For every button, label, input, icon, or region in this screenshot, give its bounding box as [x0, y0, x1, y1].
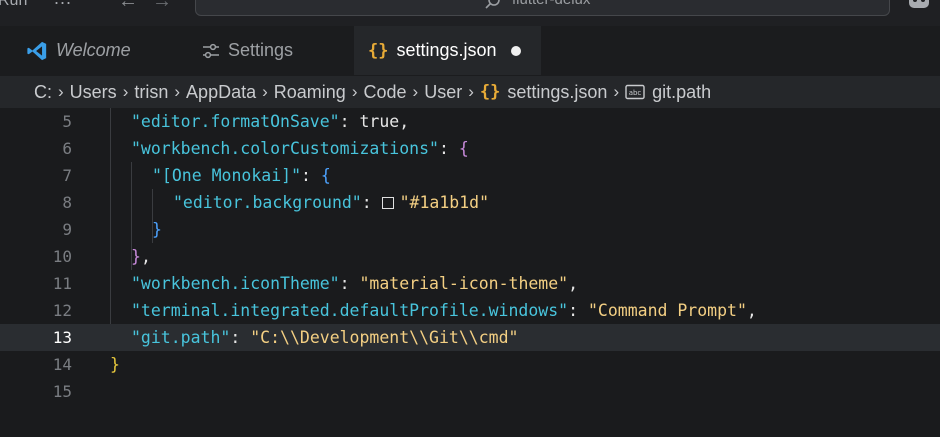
vscode-logo-icon [26, 40, 48, 62]
json-braces-icon: {} [479, 82, 501, 102]
tab-label: Welcome [56, 40, 131, 60]
code-line[interactable]: 11 "workbench.iconTheme": "material-icon… [0, 270, 940, 297]
breadcrumb-item[interactable]: Roaming [274, 82, 346, 103]
code-text: "workbench.colorCustomizations": { [131, 139, 469, 158]
code-line[interactable]: 14 } [0, 351, 940, 378]
code-text: "terminal.integrated.defaultProfile.wind… [131, 301, 757, 320]
chevron-right-icon: › [351, 82, 358, 101]
json-braces-icon: {} [368, 40, 389, 61]
code-text: "workbench.iconTheme": "material-icon-th… [131, 274, 579, 293]
chevron-right-icon: › [58, 82, 64, 101]
svg-text:abc: abc [629, 89, 642, 97]
chevron-right-icon: › [262, 82, 268, 101]
tab-settings[interactable]: Settings [180, 26, 354, 75]
code-line-current[interactable]: 13 "git.path": "C:\\Development\\Git\\cm… [0, 324, 940, 351]
code-line[interactable]: 6 "workbench.colorCustomizations": { [0, 135, 940, 162]
code-editor[interactable]: 5 "editor.formatOnSave": true, 6 "workbe… [0, 108, 940, 437]
breadcrumb-item[interactable]: git.path [652, 82, 711, 103]
line-number: 7 [62, 166, 72, 185]
forward-arrow-icon[interactable]: → [152, 0, 172, 13]
breadcrumb-item[interactable]: settings.json [507, 82, 607, 103]
line-number: 8 [62, 193, 72, 212]
tab-label: Settings [228, 40, 294, 60]
code-text: } [152, 220, 162, 239]
breadcrumb: C: › Users › trisn › AppData › Roaming ›… [0, 76, 940, 108]
breadcrumb-item[interactable]: C: [34, 82, 52, 103]
code-line[interactable]: 15 [0, 378, 940, 405]
chevron-right-icon: › [122, 82, 129, 101]
breadcrumb-item[interactable]: Users [70, 82, 117, 103]
chevron-right-icon: › [412, 82, 419, 101]
line-number: 5 [62, 112, 72, 131]
command-center-text: flutter-delux [512, 0, 590, 7]
string-property-icon: abc [625, 84, 645, 100]
line-number: 14 [52, 355, 72, 374]
settings-sliders-icon [202, 43, 220, 59]
breadcrumb-item[interactable]: Code [364, 82, 407, 103]
command-center[interactable]: flutter-delux [195, 0, 890, 16]
chevron-right-icon: › [613, 82, 620, 101]
tab-welcome[interactable]: Welcome [0, 26, 180, 75]
code-text: } [110, 355, 120, 374]
line-number: 13 [52, 328, 72, 347]
chevron-right-icon: › [174, 82, 181, 101]
code-line[interactable]: 12 "terminal.integrated.defaultProfile.w… [0, 297, 940, 324]
tab-label: settings.json [396, 40, 497, 60]
chevron-right-icon: › [468, 82, 474, 101]
code-text: }, [131, 247, 151, 266]
code-line[interactable]: 10 }, [0, 243, 940, 270]
breadcrumb-item[interactable]: User [424, 82, 462, 103]
run-menu[interactable]: Run [0, 0, 27, 10]
code-line[interactable]: 7 "[One Monokai]": { [0, 162, 940, 189]
code-text: "[One Monokai]": { [152, 166, 331, 185]
title-bar: Run ... ← → flutter-delux [0, 0, 940, 26]
unsaved-dot-icon[interactable] [510, 45, 521, 56]
code-line[interactable]: 8 "editor.background": "#1a1b1d" [0, 189, 940, 216]
line-number: 15 [52, 382, 72, 401]
line-number: 6 [62, 139, 72, 158]
code-line[interactable]: 5 "editor.formatOnSave": true, [0, 108, 940, 135]
code-line[interactable]: 9 } [0, 216, 940, 243]
color-swatch[interactable] [381, 197, 394, 209]
line-number: 12 [52, 301, 72, 320]
back-arrow-icon[interactable]: ← [118, 0, 138, 13]
search-icon [485, 0, 500, 9]
line-number: 10 [52, 247, 72, 266]
tab-bar: Welcome Settings {} settings.json [0, 26, 940, 76]
tab-settings-json[interactable]: {} settings.json [354, 26, 541, 75]
breadcrumb-item[interactable]: AppData [186, 82, 256, 103]
breadcrumb-item[interactable]: trisn [134, 82, 168, 103]
code-text: "git.path": "C:\\Development\\Git\\cmd" [131, 328, 519, 347]
copilot-icon[interactable] [906, 0, 932, 14]
line-number: 9 [62, 220, 72, 239]
more-menu-icon[interactable]: ... [54, 0, 72, 9]
line-number: 11 [52, 274, 72, 293]
code-text: "editor.formatOnSave": true, [131, 112, 410, 131]
code-text: "editor.background": "#1a1b1d" [173, 193, 490, 212]
